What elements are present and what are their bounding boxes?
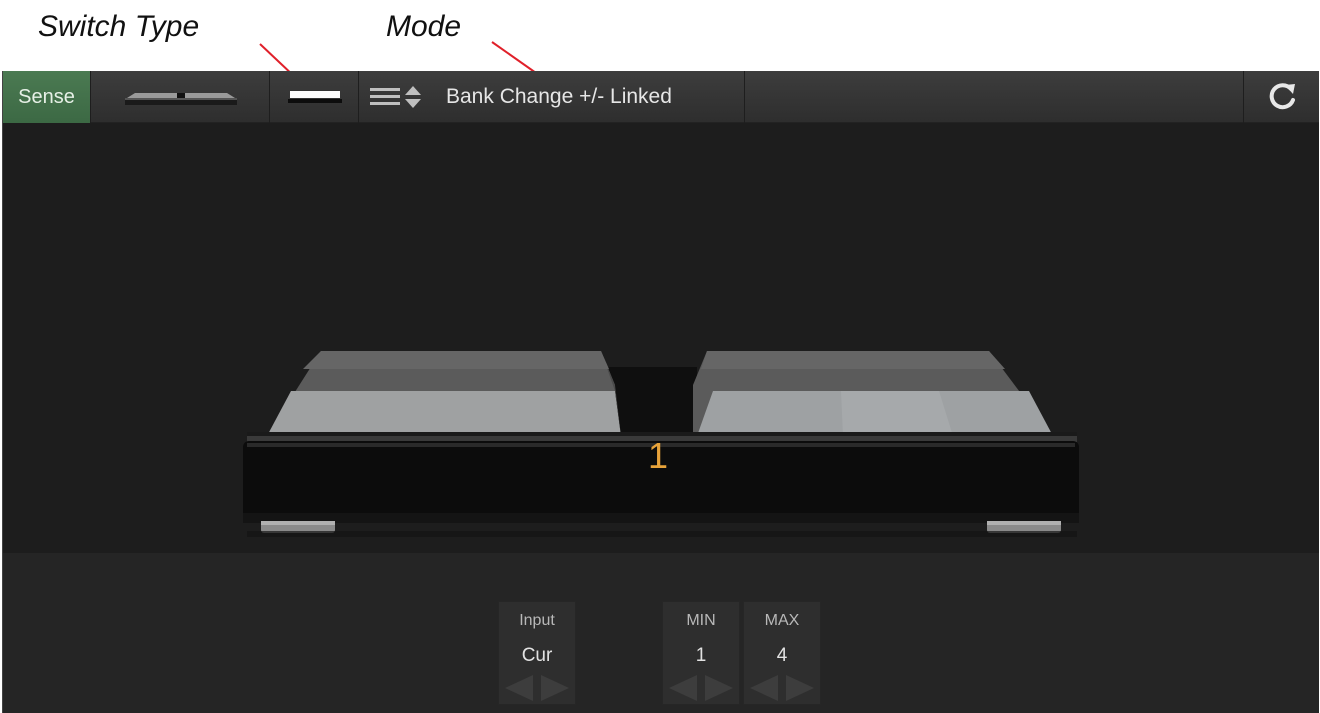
max-param: MAX 4 [743,601,821,705]
refresh-icon [1269,83,1295,110]
max-increment-arrow-icon[interactable] [784,673,818,703]
min-param: MIN 1 [662,601,740,705]
sense-button[interactable]: Sense [3,71,91,123]
mode-selector[interactable]: Bank Change +/- Linked [360,71,745,123]
input-param: Input Cur [498,601,576,705]
mode-label: Bank Change +/- Linked [446,85,672,108]
pedal-illustration [243,351,1079,537]
input-decrement-arrow-icon[interactable] [501,673,535,703]
input-param-label: Input [519,612,555,629]
min-increment-arrow-icon[interactable] [703,673,737,703]
pedal-thumbnail-icon [124,93,237,105]
right-footswitch[interactable] [693,351,1053,436]
max-param-value[interactable]: 4 [744,645,820,667]
max-param-label: MAX [764,612,800,629]
switch-type-icon [287,91,342,103]
min-param-value[interactable]: 1 [663,645,739,667]
toolbar: Sense Bank Change +/- Linked [3,71,1319,123]
pedal-editor-window: Sense Bank Change +/- Linked 1 Input Cur… [2,71,1319,713]
min-decrement-arrow-icon[interactable] [665,673,699,703]
max-decrement-arrow-icon[interactable] [746,673,780,703]
pedal-thumbnail-button[interactable] [92,71,270,123]
mode-annotation: Mode [386,10,462,43]
left-footswitch[interactable] [267,351,621,436]
input-increment-arrow-icon[interactable] [539,673,573,703]
refresh-button[interactable] [1243,71,1319,123]
parameter-panel: Input Cur MIN 1 MAX 4 [3,553,1319,713]
bank-number-display: 1 [647,435,669,476]
min-param-label: MIN [686,612,716,629]
input-param-value[interactable]: Cur [499,645,575,667]
switch-type-annotation: Switch Type [38,10,200,43]
list-sort-icon [370,86,421,108]
pedal-stage: 1 [3,123,1319,553]
switch-type-button[interactable] [271,71,359,123]
